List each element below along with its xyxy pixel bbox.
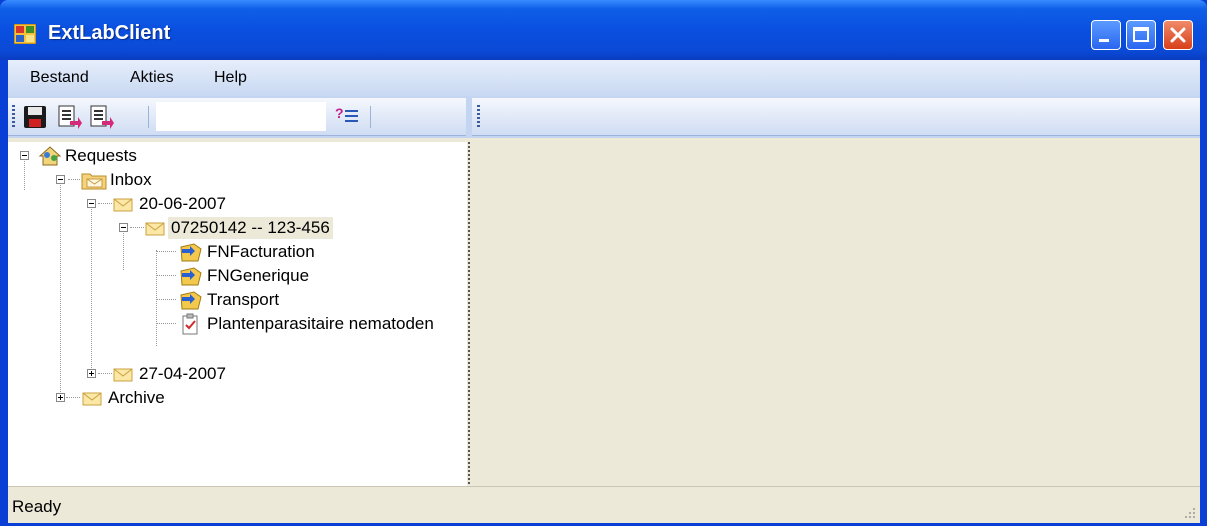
- close-icon: [1170, 27, 1186, 43]
- tree-line: [24, 156, 25, 190]
- node-label: Archive: [108, 388, 165, 407]
- detail-panel: [473, 142, 1200, 486]
- client-area: Bestand Akties Help ? Requests Inbox 20-…: [8, 60, 1200, 523]
- expander-requests[interactable]: [20, 151, 29, 160]
- expander-date2[interactable]: [87, 369, 96, 378]
- tree-line: [91, 202, 92, 374]
- tree-line: [156, 250, 157, 346]
- toolbar-grip[interactable]: [12, 105, 15, 129]
- node-label: 07250142 -- 123-456: [168, 217, 333, 239]
- tree-line: [123, 226, 124, 270]
- tree-line: [68, 179, 80, 180]
- close-button[interactable]: [1163, 20, 1193, 50]
- tree-node-date-27-04-2007[interactable]: 27-04-2007: [112, 362, 229, 386]
- status-bar: Ready: [8, 486, 1200, 523]
- node-label: 27-04-2007: [139, 364, 226, 383]
- node-label: Plantenparasitaire nematoden: [207, 314, 434, 333]
- tree-line: [130, 227, 144, 228]
- expander-inbox[interactable]: [56, 175, 65, 184]
- svg-text:?: ?: [335, 105, 344, 121]
- tree-line: [156, 323, 176, 324]
- toolbar-area: ?: [8, 96, 1200, 138]
- node-label: Transport: [207, 290, 280, 309]
- help-list-icon[interactable]: ?: [334, 104, 360, 130]
- form-arrow-icon: [180, 291, 202, 310]
- tree-line: [60, 180, 61, 398]
- requests-icon: [38, 146, 62, 166]
- request-tree: Requests Inbox 20-06-2007 07250142 -- 12…: [8, 142, 467, 486]
- node-label: FNFacturation: [207, 242, 315, 261]
- menu-bestand[interactable]: Bestand: [30, 69, 89, 87]
- tree-line: [98, 373, 112, 374]
- toolbar-separator: [370, 106, 371, 128]
- menu-bar: Bestand Akties Help: [8, 60, 1200, 96]
- node-label: Requests: [65, 146, 137, 165]
- node-label: Inbox: [110, 170, 152, 189]
- toolbar-separator: [148, 106, 149, 128]
- expander-archive[interactable]: [56, 393, 65, 402]
- search-input[interactable]: [156, 102, 326, 131]
- resize-grip-icon[interactable]: [1182, 505, 1196, 519]
- tree-node-fngenerique[interactable]: FNGenerique: [178, 264, 312, 288]
- tree-node-fnfacturation[interactable]: FNFacturation: [178, 240, 318, 264]
- export-icon[interactable]: [56, 104, 82, 130]
- tree-line: [156, 275, 176, 276]
- menu-akties[interactable]: Akties: [130, 69, 174, 87]
- envelope-icon: [113, 368, 133, 382]
- maximize-button[interactable]: [1126, 20, 1156, 50]
- minimize-button[interactable]: [1091, 20, 1121, 50]
- secondary-toolbar: [472, 98, 1200, 136]
- folder-mail-icon: [81, 173, 107, 190]
- tree-line: [156, 299, 176, 300]
- app-icon: [14, 24, 36, 44]
- toolbar-grip[interactable]: [477, 105, 480, 129]
- form-arrow-icon: [180, 243, 202, 262]
- checklist-icon: [182, 313, 198, 335]
- envelope-icon: [145, 222, 165, 236]
- window-title: ExtLabClient: [48, 22, 171, 44]
- app-window: ExtLabClient Bestand Akties Help ? Reque…: [0, 0, 1207, 526]
- tree-node-requests[interactable]: Requests: [38, 144, 140, 168]
- main-toolbar: ?: [8, 98, 466, 136]
- menu-help[interactable]: Help: [214, 69, 247, 87]
- node-label: 20-06-2007: [139, 194, 226, 213]
- tree-node-archive[interactable]: Archive: [81, 386, 168, 410]
- tree-node-date-20-06-2007[interactable]: 20-06-2007: [112, 192, 229, 216]
- status-text: Ready: [12, 497, 62, 516]
- expander-request[interactable]: [119, 223, 128, 232]
- import-icon[interactable]: [88, 104, 114, 130]
- save-icon[interactable]: [22, 104, 48, 130]
- tree-line: [98, 203, 112, 204]
- title-bar[interactable]: ExtLabClient: [0, 0, 1207, 60]
- expander-date1[interactable]: [87, 199, 96, 208]
- form-arrow-icon: [180, 267, 202, 286]
- tree-node-request-07250142[interactable]: 07250142 -- 123-456: [144, 216, 333, 240]
- node-label: FNGenerique: [207, 266, 310, 285]
- envelope-icon: [82, 392, 102, 406]
- tree-node-transport[interactable]: Transport: [178, 288, 282, 312]
- tree-line: [156, 251, 176, 252]
- tree-node-inbox[interactable]: Inbox: [81, 168, 155, 192]
- envelope-icon: [113, 198, 133, 212]
- tree-line: [66, 397, 80, 398]
- tree-node-plantenparasitaire[interactable]: Plantenparasitaire nematoden: [178, 312, 437, 336]
